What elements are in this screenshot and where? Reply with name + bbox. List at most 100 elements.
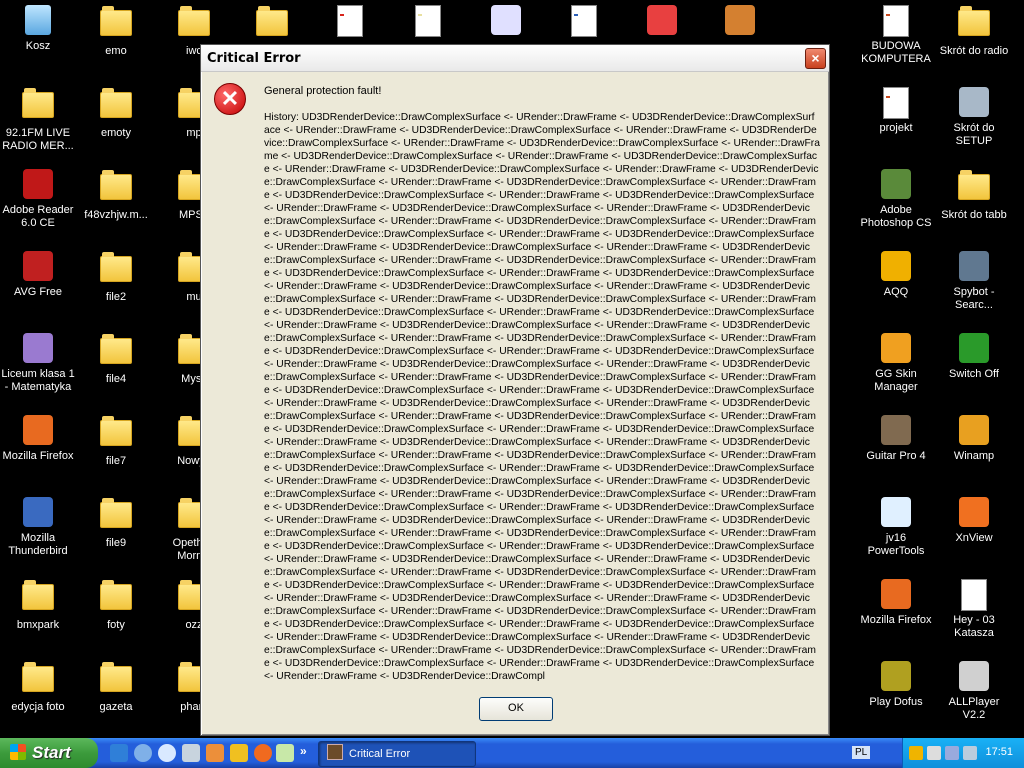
desktop-icon[interactable]: AVG Free [0,250,76,299]
dialog-titlebar[interactable]: Critical Error × [201,45,829,72]
desktop-icon-label: BUDOWA KOMPUTERA [861,40,931,65]
desktop-icon[interactable]: emo [78,4,154,58]
language-indicator[interactable]: PL [852,746,871,759]
desktop-icon[interactable]: projekt [858,86,934,135]
desktop-icon-label: Switch Off [949,368,999,380]
desktop-icon[interactable]: 92.1FM LIVE RADIO MER... [0,86,76,153]
desktop-icon-label: file7 [105,455,127,467]
desktop-icon[interactable]: edycja foto [0,660,76,714]
desktop-icon-label: edycja foto [11,701,65,713]
desktop-icon[interactable]: Adobe Reader 6.0 CE [0,168,76,230]
desktop-icon-label: Mozilla Firefox [860,614,932,626]
desktop-icon[interactable]: jv16 PowerTools [858,496,934,558]
utility-icon[interactable] [276,744,294,762]
desktop-icon-label: Kosz [25,40,51,52]
folder-icon [22,662,54,698]
desktop-icon[interactable] [702,4,778,40]
desktop-icon-label: 92.1FM LIVE RADIO MER... [2,127,74,152]
desktop-icon[interactable]: GG Skin Manager [858,332,934,394]
guitar-pro-icon [880,415,912,447]
powerpoint-icon [880,87,912,119]
critical-error-dialog: Critical Error × ✕ General protection fa… [200,44,830,736]
desktop-icon[interactable] [546,4,622,40]
desktop-icon[interactable]: Switch Off [936,332,1012,381]
folder-icon [256,6,288,42]
desktop-icon-label: jv16 PowerTools [867,532,925,557]
desktop-icon[interactable]: Skrót do SETUP [936,86,1012,148]
desktop-icon-label: gazeta [99,701,133,713]
desktop-icon[interactable]: Skrót do radio [936,4,1012,58]
desktop-icon[interactable]: emoty [78,86,154,140]
internet-explorer-icon[interactable] [110,744,128,762]
desktop-icon[interactable] [312,4,388,40]
adobe-reader-icon [22,169,54,201]
desktop-icon[interactable]: gazeta [78,660,154,714]
folder-icon [958,170,990,206]
desktop-icon[interactable]: XnView [936,496,1012,545]
desktop-icon[interactable]: Liceum klasa 1 - Matematyka [0,332,76,394]
quicklaunch-more-icon[interactable]: » [300,744,307,758]
desktop-icon[interactable]: Guitar Pro 4 [858,414,934,463]
desktop-icon-label: Liceum klasa 1 - Matematyka [1,368,75,393]
photoshop-icon [880,169,912,201]
folder-icon [100,662,132,698]
media-player-icon[interactable] [158,744,176,762]
media-icon[interactable] [134,744,152,762]
volume-icon[interactable] [963,746,977,760]
avg-icon [22,251,54,283]
desktop-icon[interactable]: file2 [78,250,154,304]
desktop-icon-label: emo [105,45,127,57]
desktop-icon[interactable]: Skrót do tabb [936,168,1012,222]
desktop-icon[interactable] [624,4,700,40]
desktop-icon-label: emoty [101,127,131,139]
desktop-icon[interactable]: Mozilla Thunderbird [0,496,76,558]
audio-file-icon [958,579,990,611]
desktop-icon[interactable]: Play Dofus [858,660,934,709]
desktop-icon[interactable]: foty [78,578,154,632]
desktop-icon[interactable] [468,4,544,40]
desktop-icon[interactable] [234,4,310,45]
close-button[interactable]: × [805,48,826,69]
desktop-icon[interactable]: bmxpark [0,578,76,632]
desktop-icon-label: Hey - 03 Katasza [953,614,995,639]
firefox-icon[interactable] [254,744,272,762]
desktop-icon[interactable]: file4 [78,332,154,386]
gg-icon [880,333,912,365]
thunderbird-icon [22,497,54,529]
taskbar-button-critical-error[interactable]: Critical Error [318,741,476,767]
desktop-icon[interactable]: AQQ [858,250,934,299]
start-button[interactable]: Start [0,738,98,768]
folder-icon [100,580,132,616]
winamp-tray-icon[interactable] [909,746,923,760]
folder-icon [22,88,54,124]
desktop-icon[interactable]: file9 [78,496,154,550]
dialog-message: General protection fault! History: UD3DR… [264,85,820,683]
dofus-icon [880,661,912,693]
desktop-icon[interactable]: Mozilla Firefox [858,578,934,627]
tray-app-icon[interactable] [927,746,941,760]
desktop-icon[interactable]: Hey - 03 Katasza [936,578,1012,640]
app-icon[interactable] [206,744,224,762]
desktop-icon[interactable] [390,4,466,40]
desktop-icon-label: Skrót do SETUP [953,122,995,147]
firefox-icon [22,415,54,447]
error-icon: ✕ [214,83,246,115]
picture-icon[interactable] [182,744,200,762]
taskbar-button-label: Critical Error [349,748,411,760]
folder-icon [22,580,54,616]
network-icon[interactable] [945,746,959,760]
desktop-icon-label: XnView [955,532,993,544]
desktop-icon-label: foty [107,619,125,631]
ok-button[interactable]: OK [479,697,553,721]
desktop-icon[interactable]: Adobe Photoshop CS [858,168,934,230]
desktop-icon[interactable]: BUDOWA KOMPUTERA [858,4,934,66]
desktop-icon[interactable]: file7 [78,414,154,468]
pencil-icon[interactable] [230,744,248,762]
error-history: History: UD3DRenderDevice::DrawComplexSu… [264,112,820,682]
desktop-icon[interactable]: Winamp [936,414,1012,463]
desktop-icon[interactable]: ALLPlayer V2.2 [936,660,1012,722]
desktop-icon[interactable]: f48vzhjw.m... [78,168,154,222]
desktop-icon[interactable]: Spybot - Searc... [936,250,1012,312]
desktop-icon[interactable]: Mozilla Firefox [0,414,76,463]
desktop-icon[interactable]: Kosz [0,4,76,53]
